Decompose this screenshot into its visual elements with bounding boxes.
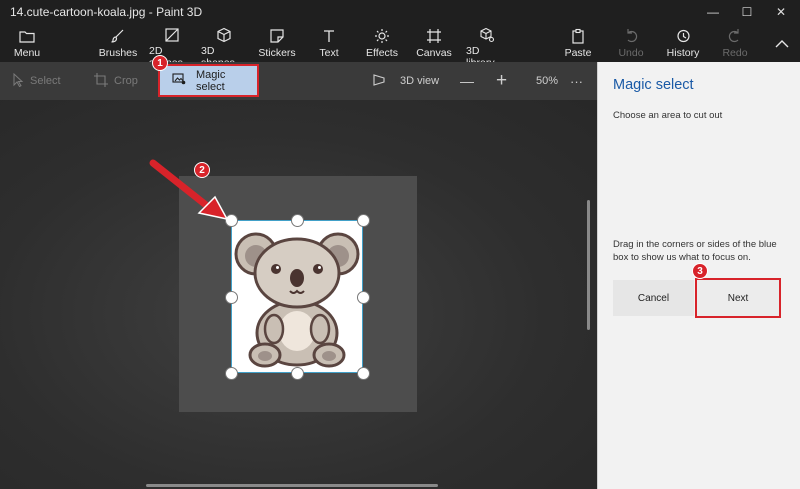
red-arrow-icon [149, 159, 229, 221]
stickers-button[interactable]: Stickers [258, 24, 296, 62]
main-toolbar: Menu Brushes 2D shapes 3D shapes Sticker… [0, 24, 800, 69]
maximize-button[interactable]: ☐ [730, 0, 764, 24]
callout-badge-3: 3 [692, 263, 708, 279]
canvas-icon [425, 27, 443, 45]
resize-handle-right[interactable] [356, 290, 370, 304]
resize-handle-top[interactable] [290, 213, 304, 227]
select-label: Select [30, 75, 61, 87]
resize-handle-top-right[interactable] [356, 213, 370, 227]
paste-button[interactable]: Paste [564, 24, 592, 62]
shapes-2d-icon [163, 27, 181, 43]
text-icon [320, 27, 338, 45]
shapes-3d-button[interactable]: 3D shapes [201, 24, 247, 69]
koala-image [234, 232, 360, 368]
sticker-icon [268, 27, 286, 45]
close-button[interactable]: ✕ [764, 0, 798, 24]
text-label: Text [319, 47, 339, 59]
library-icon [478, 27, 496, 43]
chevron-up-icon [773, 34, 791, 52]
select-button[interactable]: Select [12, 62, 61, 100]
vertical-scrollbar[interactable] [587, 200, 590, 330]
panel-help-text: Drag in the corners or sides of the blue… [613, 239, 777, 263]
magic-select-label: Magic select [196, 68, 226, 93]
undo-button[interactable]: Undo [618, 24, 644, 62]
zoom-in-button[interactable]: + [496, 62, 507, 100]
horizontal-scrollbar[interactable] [146, 484, 438, 487]
sun-icon [373, 27, 391, 45]
effects-button[interactable]: Effects [366, 24, 398, 62]
stickers-label: Stickers [258, 47, 296, 59]
panel-subtitle: Choose an area to cut out [613, 110, 723, 121]
cancel-button[interactable]: Cancel [613, 280, 694, 316]
crop-button[interactable]: Crop [94, 62, 138, 100]
effects-label: Effects [366, 47, 398, 59]
collapse-toolbar-button[interactable] [772, 24, 792, 62]
menu-label: Menu [13, 47, 41, 59]
redo-label: Redo [722, 47, 748, 59]
brushes-button[interactable]: Brushes [98, 24, 138, 62]
redo-button[interactable]: Redo [722, 24, 748, 62]
library-3d-button[interactable]: 3D library [466, 24, 508, 69]
view-3d-icon [372, 73, 386, 90]
paste-label: Paste [564, 47, 592, 59]
crop-label: Crop [114, 75, 138, 87]
history-label: History [666, 47, 700, 59]
zoom-level[interactable]: 50% [536, 62, 558, 100]
undo-label: Undo [618, 47, 644, 59]
selection-box[interactable] [231, 220, 363, 373]
resize-handle-bottom-left[interactable] [224, 366, 238, 380]
window-title: 14.cute-cartoon-koala.jpg - Paint 3D [10, 5, 203, 19]
history-icon [674, 27, 692, 45]
more-options-button[interactable]: ··· [570, 62, 583, 100]
view-3d-label: 3D view [400, 75, 440, 87]
view-3d-button[interactable]: 3D view [372, 62, 439, 100]
redo-icon [726, 27, 744, 45]
brushes-label: Brushes [98, 47, 138, 59]
canvas-label: Canvas [416, 47, 452, 59]
undo-icon [622, 27, 640, 45]
magic-select-icon [172, 73, 186, 88]
magic-select-button[interactable]: Magic select [158, 64, 259, 97]
cube-icon [215, 27, 233, 43]
text-button[interactable]: Text [316, 24, 342, 62]
zoom-out-button[interactable]: — [460, 62, 474, 100]
menu-button[interactable]: Menu [10, 24, 44, 62]
crop-icon [94, 72, 108, 90]
sub-toolbar: Select Crop 3D view — + 50% ··· [0, 62, 597, 100]
panel-title: Magic select [613, 77, 694, 93]
minimize-button[interactable]: — [696, 0, 730, 24]
history-button[interactable]: History [666, 24, 700, 62]
brush-icon [109, 27, 127, 45]
callout-badge-1: 1 [152, 55, 168, 71]
title-bar: 14.cute-cartoon-koala.jpg - Paint 3D — ☐… [0, 0, 800, 24]
clipboard-icon [569, 27, 587, 45]
resize-handle-bottom[interactable] [290, 366, 304, 380]
resize-handle-left[interactable] [224, 290, 238, 304]
canvas-button[interactable]: Canvas [416, 24, 452, 62]
callout-badge-2: 2 [194, 162, 210, 178]
cursor-icon [12, 72, 24, 90]
folder-icon [18, 27, 36, 45]
resize-handle-bottom-right[interactable] [356, 366, 370, 380]
next-button[interactable]: Next [695, 278, 781, 318]
